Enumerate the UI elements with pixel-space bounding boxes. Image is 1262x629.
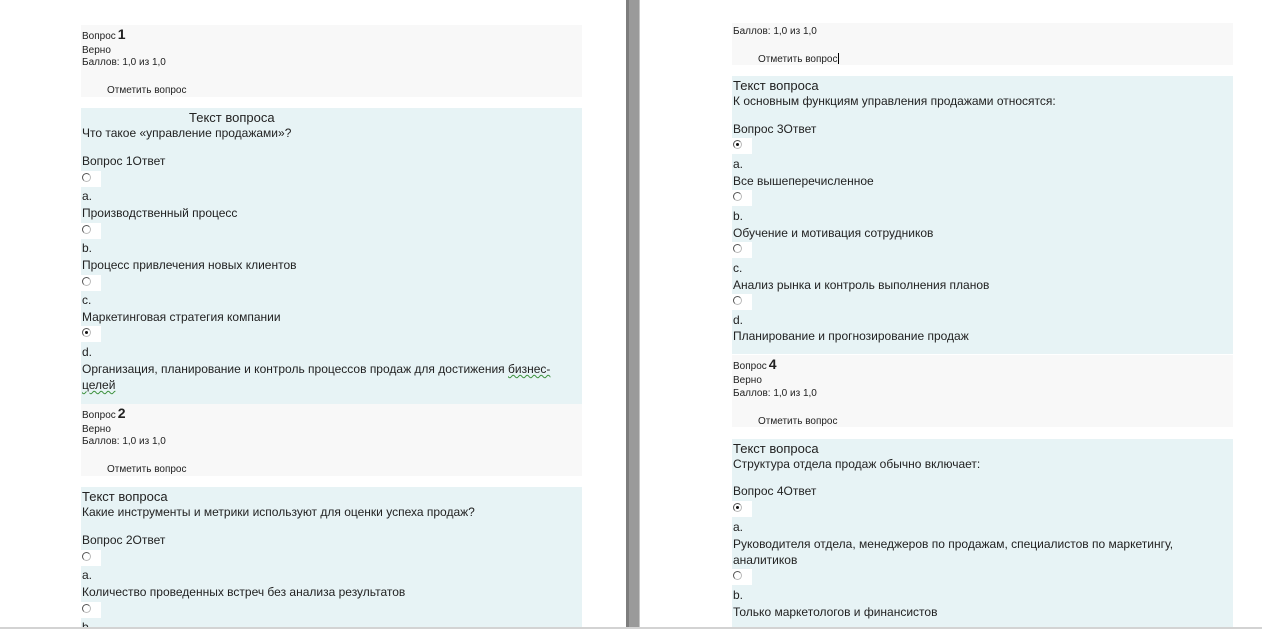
answer-text-d: Планирование и прогнозирование продаж <box>733 329 969 343</box>
flag-question-link[interactable]: Отметить вопрос <box>758 53 839 66</box>
score-text: Баллов: 1,0 из 1,0 <box>82 57 166 68</box>
answer-letter-d: d. <box>733 313 744 327</box>
question-text-block: Текст вопроса К основным функциям управл… <box>732 76 1233 354</box>
answer-text-d-line2: целей <box>82 378 115 393</box>
question-info-block: Вопрос 2 Верно Баллов: 1,0 из 1,0 Отметит… <box>81 404 582 476</box>
question-text-block: Текст вопроса Что такое «управление прод… <box>81 108 582 404</box>
score-text: Баллов: 1,0 из 1,0 <box>733 388 817 399</box>
answer-letter-a: a. <box>82 189 93 203</box>
question-number: 1 <box>117 26 126 42</box>
question-number-line: Вопрос 2 <box>82 405 126 422</box>
score-text: Баллов: 1,0 из 1,0 <box>82 436 166 447</box>
spellcheck-word: целей <box>82 378 116 392</box>
answer-text-d-line1: Организация, планирование и контроль про… <box>82 362 550 377</box>
answer-text-d-part: Организация, планирование и контроль про… <box>82 362 509 376</box>
answer-header: Вопрос 3Ответ <box>733 122 817 136</box>
answer-text-a-line2: аналитиков <box>733 553 798 567</box>
status-correct: Верно <box>733 375 762 386</box>
answer-radio-b[interactable] <box>81 602 101 618</box>
answer-letter-b: b. <box>82 241 93 255</box>
answer-letter-c: c. <box>733 261 743 275</box>
answer-letter-a: a. <box>733 157 744 171</box>
question-label: Вопрос <box>82 31 116 42</box>
answer-text-a: Количество проведенных встреч без анализ… <box>82 585 406 599</box>
question-text-block: Текст вопроса Какие инструменты и метрик… <box>81 487 582 627</box>
answer-letter-a: a. <box>733 520 744 534</box>
question-label: Вопрос <box>733 361 767 372</box>
document-page-left: Вопрос 1 Верно Баллов: 1,0 из 1,0 Отметит… <box>0 0 626 627</box>
question-text: Что такое «управление продажами»? <box>82 126 292 140</box>
flag-question-link[interactable]: Отметить вопрос <box>758 416 838 428</box>
answer-radio-c[interactable] <box>81 275 101 291</box>
question-info-block: Баллов: 1,0 из 1,0 Отметить вопрос <box>732 23 1233 65</box>
answer-header: Вопрос 2Ответ <box>82 533 166 547</box>
answer-text-a-line1: Руководителя отдела, менеджеров по прода… <box>733 537 1174 551</box>
answer-radio-d-selected[interactable] <box>81 326 101 342</box>
answer-letter-a: a. <box>82 568 93 582</box>
question-text-header: Текст вопроса <box>82 489 168 504</box>
spellcheck-word: бизнес- <box>508 362 551 376</box>
question-number-line: Вопрос 1 <box>82 26 126 43</box>
question-text-header: Текст вопроса <box>733 78 819 93</box>
answer-text-a: Все вышеперечисленное <box>733 174 874 188</box>
question-info-block: Вопрос 4 Верно Баллов: 1,0 из 1,0 Отметит… <box>732 355 1233 427</box>
answer-text-c: Анализ рынка и контроль выполнения плано… <box>733 278 990 292</box>
answer-radio-b[interactable] <box>732 190 752 206</box>
answer-radio-a-selected[interactable] <box>732 138 752 154</box>
status-correct: Верно <box>82 424 111 435</box>
answer-header: Вопрос 4Ответ <box>733 484 817 498</box>
text-cursor <box>837 53 839 64</box>
question-number: 4 <box>768 356 777 372</box>
answer-letter-b: b. <box>82 620 93 627</box>
question-label: Вопрос <box>82 410 116 421</box>
answer-radio-b[interactable] <box>81 223 101 239</box>
answer-radio-c[interactable] <box>732 242 752 258</box>
answer-text-b: Процесс привлечения новых клиентов <box>82 258 297 272</box>
question-text-block: Текст вопроса Структура отдела продаж об… <box>732 439 1233 627</box>
question-number-line: Вопрос 4 <box>733 356 777 373</box>
question-number: 2 <box>117 405 126 421</box>
answer-text-c: Маркетинговая стратегия компании <box>82 310 281 324</box>
page-gutter <box>626 0 640 629</box>
question-text: Какие инструменты и метрики используют д… <box>82 505 475 519</box>
flag-question-link[interactable]: Отметить вопрос <box>107 464 187 476</box>
question-info-block: Вопрос 1 Верно Баллов: 1,0 из 1,0 Отметит… <box>81 25 582 97</box>
answer-letter-b: b. <box>733 209 744 223</box>
answer-radio-a[interactable] <box>81 550 101 566</box>
answer-text-a: Производственный процесс <box>82 206 238 220</box>
question-text: Структура отдела продаж обычно включает: <box>733 457 981 471</box>
answer-letter-c: c. <box>82 293 92 307</box>
question-text: К основным функциям управления продажами… <box>733 94 1056 108</box>
answer-letter-d: d. <box>82 345 93 359</box>
question-text-header: Текст вопроса <box>189 110 275 125</box>
answer-header: Вопрос 1Ответ <box>82 154 166 168</box>
document-page-right: Баллов: 1,0 из 1,0 Отметить вопрос Текст… <box>640 0 1262 627</box>
flag-question-label: Отметить вопрос <box>758 54 838 65</box>
status-correct: Верно <box>82 45 111 56</box>
answer-text-b: Обучение и мотивация сотрудников <box>733 226 934 240</box>
flag-question-link[interactable]: Отметить вопрос <box>107 85 187 97</box>
answer-radio-a[interactable] <box>81 171 101 187</box>
answer-text-b: Только маркетологов и финансистов <box>733 605 938 619</box>
answer-letter-b: b. <box>733 588 744 602</box>
answer-radio-b[interactable] <box>732 569 752 585</box>
answer-radio-a-selected[interactable] <box>732 501 752 517</box>
score-text: Баллов: 1,0 из 1,0 <box>733 26 817 37</box>
question-text-header: Текст вопроса <box>733 441 819 456</box>
answer-radio-d[interactable] <box>732 294 752 310</box>
